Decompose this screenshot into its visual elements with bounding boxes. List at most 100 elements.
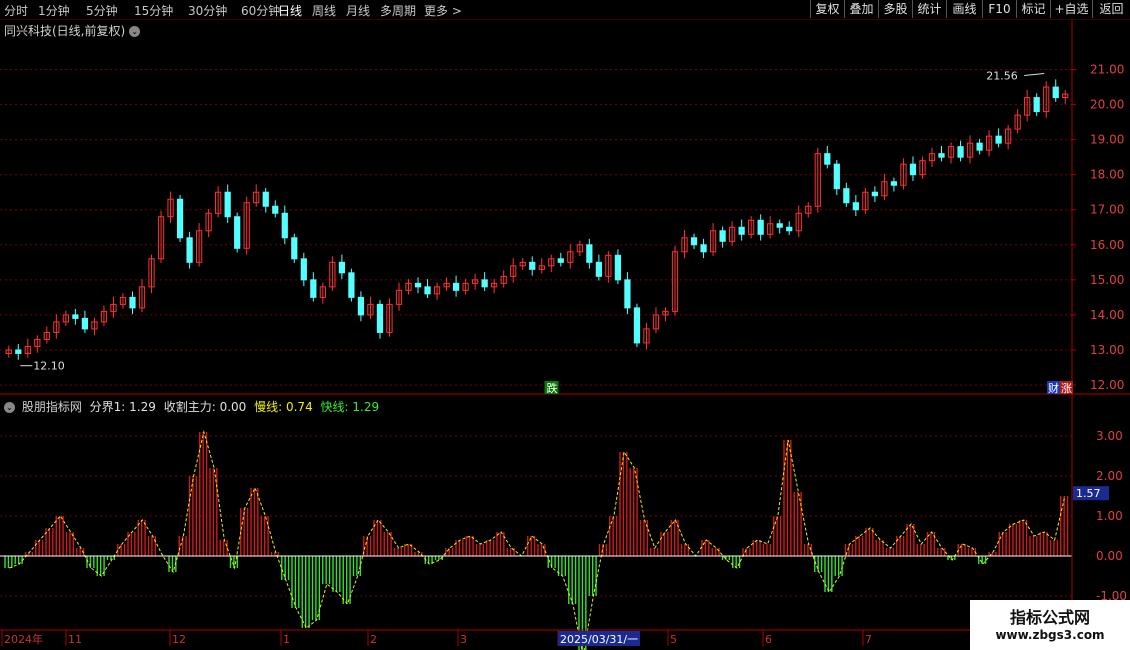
watermark-title: 指标公式网 [1009,608,1090,627]
chart-area[interactable]: 21.0020.0019.0018.0017.0016.0015.0014.00… [0,0,1130,650]
candle-body-down [357,296,365,316]
candle [690,233,698,249]
candle [253,184,260,207]
current-value-text: 1.57 [1076,487,1101,500]
osc-bar [281,556,290,580]
candle [1033,93,1040,116]
candle [72,308,79,325]
candle [909,156,917,182]
candle-body-down [909,163,917,176]
osc-bar [4,556,13,568]
date-label: 2 [370,633,377,646]
chevron-down-icon[interactable]: ⌄ [129,26,141,37]
osc-bar [680,544,690,556]
price-tick-label: 13.00 [1090,343,1124,357]
candle-body-down [614,254,622,281]
candle [871,186,879,203]
candle [53,314,60,339]
candle [938,145,945,162]
candle-body-down [186,237,193,263]
candle-body-down [786,226,793,232]
candle [462,279,469,295]
candle [957,140,964,162]
osc-bar [711,548,720,556]
candle [862,188,869,214]
price-tick-label: 19.00 [1090,133,1124,147]
candle-body-down [976,142,983,151]
candle [519,258,526,271]
candle [1014,109,1021,134]
candle-body-down [595,261,602,277]
osc-bar [998,532,1007,556]
osc-tick-label: 1.00 [1096,509,1123,523]
osc-bar [65,532,75,556]
osc-bar [486,540,495,556]
osc-bar [537,544,546,556]
candle [633,303,641,348]
osc-bar [311,556,321,620]
candle [262,188,269,213]
candle [586,238,593,269]
candle-body-down [957,146,964,158]
candle [652,307,660,334]
osc-bar [465,536,474,556]
osc-bar [250,488,259,556]
candle [176,195,184,242]
osc-bar [475,544,485,556]
candle-layer [5,79,1069,360]
candle-body-down [291,237,298,260]
candle [148,254,155,294]
candle [433,282,441,301]
osc-bar [35,540,44,556]
candle [5,345,12,358]
date-label: 12 [172,633,186,646]
candle [43,326,50,344]
candle [386,298,393,337]
candle [186,231,193,269]
indicator-name: 股朋指标网 [21,400,82,414]
event-badge-zhang-text: 涨 [1061,382,1072,395]
osc-bar [650,548,659,556]
candle [557,252,564,267]
osc-bar [240,508,249,556]
osc-tick-label: 0.00 [1096,549,1123,563]
osc-bar [609,516,618,556]
osc-bar [219,540,228,556]
shouge-value: 收割主力: 0.00 [163,400,247,414]
candle-body-down [757,219,764,235]
osc-bar [1029,536,1038,556]
candle [843,182,850,207]
low-price-label: 12.10 [33,360,65,373]
candle [795,205,802,238]
osc-bar [137,520,146,556]
candle [947,142,955,164]
candle [367,296,374,320]
candle [605,251,612,283]
candle [243,196,250,255]
candle [510,258,517,283]
event-badge-die-text: 跌 [547,381,558,395]
candle [329,256,336,292]
candle [91,317,98,336]
candle [357,291,365,322]
watermark: 指标公式网 www.zbgs3.com [970,600,1130,650]
osc-bar [732,556,741,568]
candle [452,275,460,297]
candle [310,272,317,302]
stock-title: 同兴科技(日线,前复权) ⌄ [4,22,141,39]
osc-bar [199,432,208,556]
chevron-down-icon[interactable]: ⌄ [4,402,15,413]
osc-bar [342,556,351,604]
candle-body-down [938,153,945,158]
osc-bar [301,556,310,628]
candle-body-down [376,303,384,333]
candle-body-down [300,258,307,281]
candle-body-down [81,317,89,330]
candle [538,258,545,274]
candle [928,147,936,167]
candle-body-down [414,282,422,288]
candle-body-down [852,202,859,211]
osc-bar [916,544,925,556]
osc-bar [834,556,843,576]
candle [1052,79,1059,102]
